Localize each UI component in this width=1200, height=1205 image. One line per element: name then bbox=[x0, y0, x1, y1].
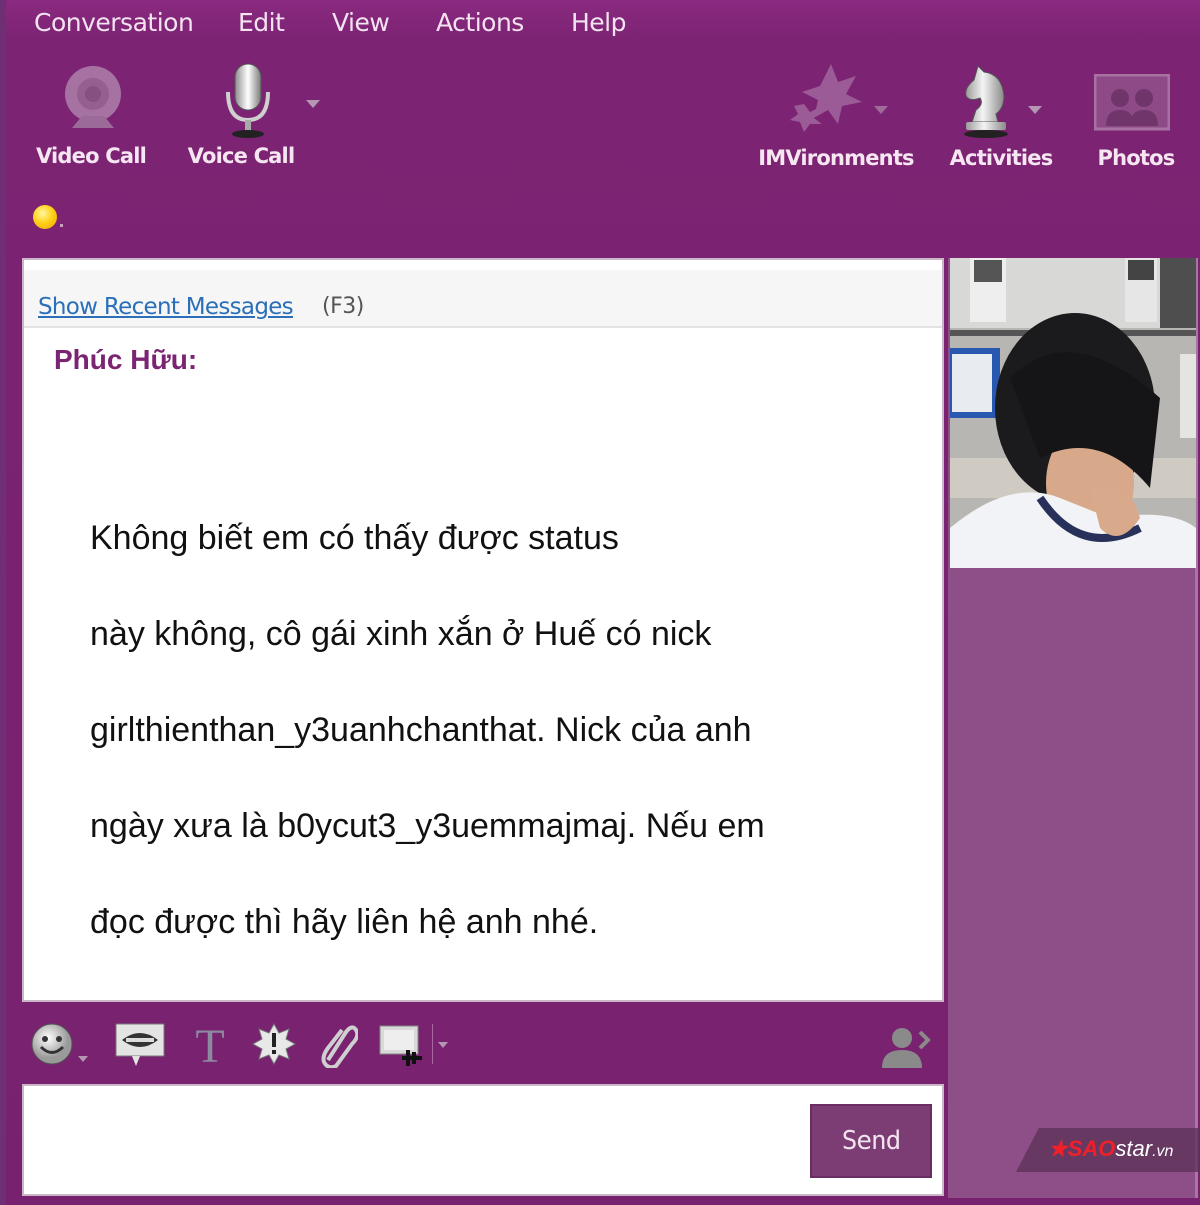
menu-conversation[interactable]: Conversation bbox=[34, 8, 194, 37]
leaf-icon bbox=[790, 64, 862, 132]
photos-button[interactable]: Photos bbox=[1086, 62, 1186, 172]
text-format-icon[interactable]: T bbox=[190, 1022, 230, 1068]
svg-text:T: T bbox=[195, 1022, 224, 1068]
menu-actions[interactable]: Actions bbox=[436, 8, 524, 37]
formatting-toolbar: T bbox=[22, 1004, 944, 1078]
attach-icon[interactable] bbox=[318, 1022, 358, 1068]
video-call-button[interactable]: Video Call bbox=[26, 62, 156, 172]
imvironments-button[interactable]: IMVironments bbox=[756, 62, 916, 172]
status-indicator-icon[interactable] bbox=[33, 205, 57, 229]
toolbar-divider bbox=[432, 1024, 433, 1064]
menu-edit[interactable]: Edit bbox=[238, 8, 285, 37]
activities-dropdown-icon[interactable] bbox=[1028, 106, 1042, 114]
watermark-domain: .vn bbox=[1152, 1143, 1174, 1160]
recent-messages-bar: Show Recent Messages (F3) bbox=[24, 270, 942, 328]
status-dropdown-icon[interactable] bbox=[60, 224, 63, 227]
menu-help[interactable]: Help bbox=[571, 8, 627, 37]
send-button[interactable]: Send bbox=[810, 1104, 932, 1178]
webcam-icon bbox=[65, 66, 121, 128]
voice-call-dropdown-icon[interactable] bbox=[306, 100, 320, 108]
emoticon-icon[interactable] bbox=[30, 1022, 74, 1066]
emoticon-dropdown-icon[interactable] bbox=[78, 1056, 88, 1062]
audible-icon[interactable] bbox=[114, 1022, 166, 1068]
webcam-photo bbox=[950, 258, 1196, 568]
microphone-icon bbox=[226, 63, 270, 138]
buzz-icon[interactable] bbox=[252, 1022, 296, 1066]
message-line: này không, cô gái xinh xắn ở Huế có nick bbox=[90, 615, 712, 653]
show-recent-shortcut: (F3) bbox=[322, 294, 364, 319]
show-contact-panel-icon[interactable] bbox=[880, 1026, 932, 1068]
photos-icon bbox=[1094, 74, 1170, 131]
conversation-history: Show Recent Messages (F3) Phúc Hữu: Khôn… bbox=[22, 258, 944, 1002]
screenshot-icon[interactable] bbox=[378, 1022, 430, 1070]
message-body: Không biết em có thấy được status này kh… bbox=[90, 466, 910, 994]
message-input-panel: Send bbox=[22, 1084, 944, 1196]
photos-label: Photos bbox=[1097, 146, 1176, 170]
message-line: girlthienthan_y3uanhchanthat. Nick của a… bbox=[90, 711, 752, 749]
watermark-logo: ★SAOstar.vn bbox=[1016, 1128, 1200, 1172]
webcam-image bbox=[950, 258, 1196, 568]
voice-call-button[interactable]: Voice Call bbox=[186, 62, 320, 172]
watermark-brand-white: star bbox=[1115, 1136, 1153, 1161]
menu-bar: Conversation Edit View Actions Help bbox=[6, 0, 1200, 50]
show-recent-messages-link[interactable]: Show Recent Messages bbox=[38, 294, 294, 320]
screenshot-dropdown-icon[interactable] bbox=[438, 1042, 448, 1048]
message-line: ngày xưa là b0ycut3_y3uemmajmaj. Nếu em bbox=[90, 807, 765, 845]
imvironments-label: IMVironments bbox=[758, 146, 914, 170]
imvironments-dropdown-icon[interactable] bbox=[874, 106, 888, 114]
activities-label: Activities bbox=[949, 146, 1054, 170]
message-line: Không biết em có thấy được status bbox=[90, 519, 619, 557]
message-line: đọc được thì hãy liên hệ anh nhé. bbox=[90, 903, 599, 941]
menu-view[interactable]: View bbox=[332, 8, 390, 37]
watermark-brand-red: SAO bbox=[1067, 1136, 1116, 1161]
side-panel bbox=[948, 258, 1198, 1198]
chat-window: Conversation Edit View Actions Help Vide… bbox=[0, 0, 1200, 1205]
message-sender: Phúc Hữu: bbox=[54, 344, 198, 375]
chess-knight-icon bbox=[964, 65, 1008, 138]
message-input[interactable] bbox=[30, 1092, 800, 1188]
voice-call-label: Voice Call bbox=[187, 144, 296, 168]
activities-button[interactable]: Activities bbox=[946, 62, 1056, 172]
watermark-star-icon: ★ bbox=[1048, 1136, 1068, 1161]
video-call-label: Video Call bbox=[35, 144, 147, 168]
